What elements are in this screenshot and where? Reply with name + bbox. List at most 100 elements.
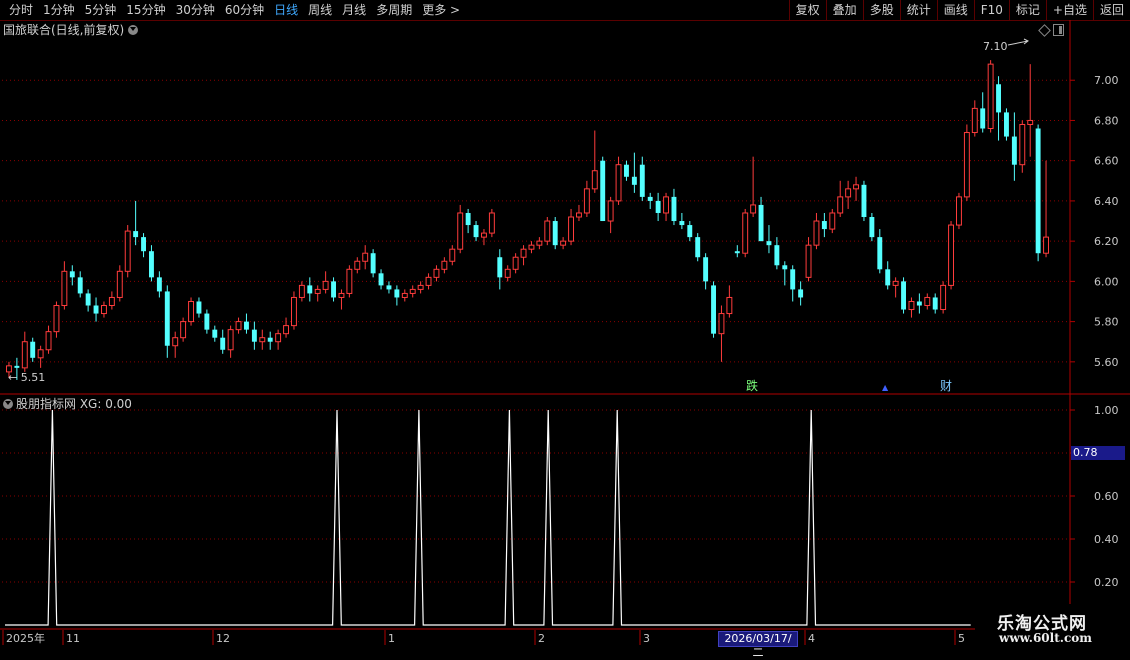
indicator-dropdown-icon[interactable] (3, 398, 13, 409)
candle-body (338, 292, 345, 298)
candle-body (845, 188, 852, 198)
candle-body (401, 292, 408, 298)
candle-body (449, 248, 456, 262)
candle-body (149, 251, 154, 278)
price-tick-label: 6.40 (1094, 195, 1119, 208)
candle-body (766, 241, 772, 246)
candle-body (481, 232, 487, 238)
candle-body (307, 285, 313, 294)
candle-body (901, 281, 906, 310)
candle-body (172, 337, 179, 347)
candle-body (101, 305, 107, 315)
candle-body (750, 204, 757, 214)
indicator-tick-label: 1.00 (1094, 404, 1119, 417)
candle-body (695, 237, 701, 258)
candle-body (560, 240, 567, 246)
price-tick-label: 7.00 (1094, 74, 1119, 87)
candle-body (30, 341, 36, 358)
date-tick-label: 1 (388, 632, 395, 645)
price-tick-label: 6.00 (1094, 275, 1119, 288)
candle-body (996, 84, 1001, 113)
price-tick-label: 6.20 (1094, 235, 1119, 248)
date-tick-label: 12 (216, 632, 230, 645)
candle-body (813, 220, 820, 246)
candle-body (433, 268, 440, 278)
candle-body (141, 237, 146, 252)
candle-body (133, 231, 139, 238)
candle-body (204, 313, 210, 330)
candle-body (853, 184, 859, 190)
indicator-tick-label: 0.40 (1094, 533, 1119, 546)
candle-body (552, 221, 558, 246)
candle-body (742, 212, 749, 254)
candle-body (196, 301, 202, 314)
candle-body (885, 269, 891, 286)
candle-body (798, 289, 804, 298)
candle-body (774, 245, 780, 266)
indicator-value-badge: 0.78 (1071, 446, 1125, 460)
candle-body (631, 176, 637, 185)
candle-body (14, 365, 20, 368)
candle-body (576, 212, 582, 218)
candle-body (940, 284, 947, 311)
candle-body (441, 260, 448, 270)
candle-body (85, 293, 91, 306)
candle-body (869, 217, 875, 238)
candle-body (916, 301, 922, 306)
candle-body (821, 221, 827, 230)
candle-body (607, 200, 614, 222)
candle-body (782, 265, 788, 270)
candle-body (473, 225, 479, 238)
candle-body (639, 164, 645, 197)
indicator-title: 股朋指标网 XG: 0.00 (3, 397, 132, 411)
candle-body (805, 244, 812, 278)
price-tick-label: 6.60 (1094, 155, 1119, 168)
watermark: 乐淘公式网 www.60lt.com (975, 604, 1130, 650)
price-tick-label: 6.80 (1094, 114, 1119, 127)
candle-body (275, 333, 282, 343)
candle-body (512, 256, 519, 270)
candle-body (703, 257, 709, 282)
price-tick-label: 5.60 (1094, 356, 1119, 369)
candle-body (892, 280, 899, 286)
candle-body (718, 313, 725, 335)
candle-body (497, 257, 503, 278)
candle-body (156, 277, 162, 292)
candle-body (291, 296, 297, 327)
high-price-label: 7.10 (983, 40, 1008, 53)
candle-body (687, 225, 693, 238)
candle-body (1027, 119, 1034, 125)
candle-body (409, 288, 416, 294)
candle-body (671, 196, 677, 222)
cai-marker: 财 (940, 379, 952, 393)
date-tick-label: 4 (808, 632, 815, 645)
high-arrow-icon (1007, 38, 1029, 46)
candle-body (1019, 123, 1026, 166)
candle-body (987, 63, 994, 130)
candle-body (37, 349, 44, 359)
candle-body (362, 252, 369, 262)
candle-body (180, 321, 187, 339)
candle-body (544, 220, 551, 242)
candle-body (536, 240, 543, 246)
candle-body (726, 296, 733, 315)
candle-body (21, 341, 28, 369)
candle-body (504, 268, 511, 278)
candle-body (457, 212, 464, 250)
date-tick-label: 5 (958, 632, 965, 645)
candle-body (108, 296, 115, 307)
candle-body (908, 300, 915, 311)
date-tick-label: 2025年 (6, 631, 45, 645)
candle-body (591, 170, 598, 190)
date-tick-label: 11 (66, 632, 80, 645)
candle-body (354, 260, 361, 270)
candle-body (488, 212, 495, 234)
candle-body (1043, 236, 1049, 254)
candle-body (568, 216, 574, 242)
candle-body (790, 269, 796, 290)
candle-body (711, 285, 716, 334)
candle-body (61, 270, 68, 307)
candle-body (378, 273, 384, 286)
candle-body (417, 284, 424, 290)
candle-body (980, 108, 986, 129)
